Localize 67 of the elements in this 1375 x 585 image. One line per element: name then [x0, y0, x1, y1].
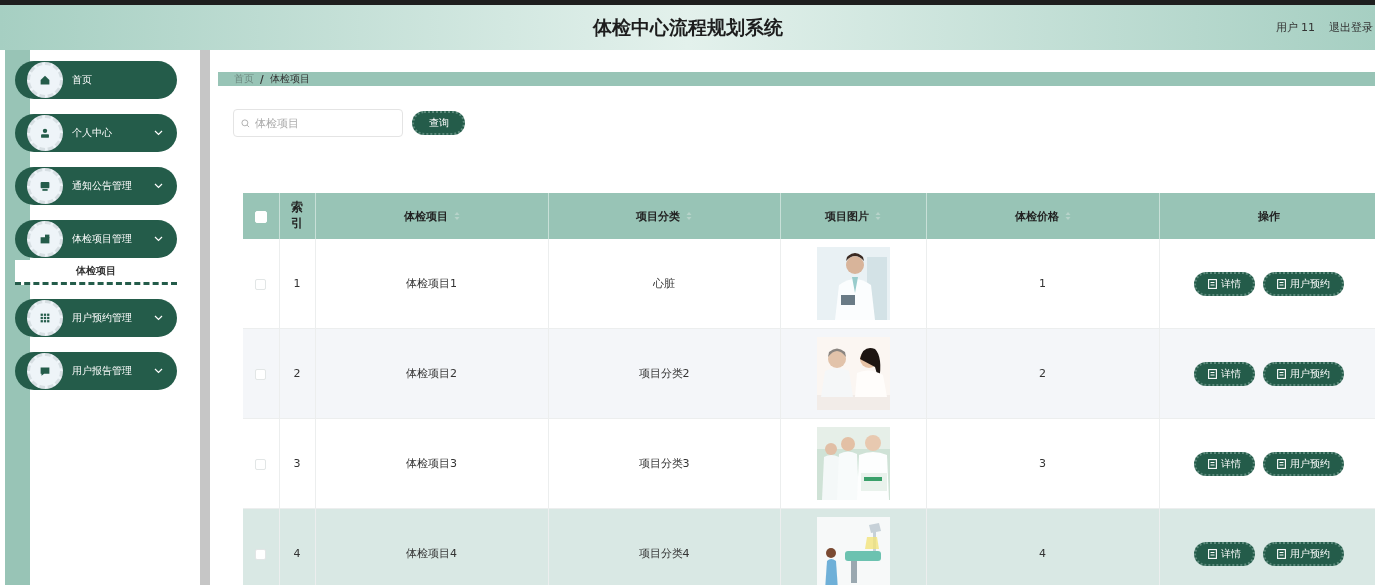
column-header: 操作	[1257, 208, 1281, 224]
folder-icon	[27, 221, 63, 257]
document-icon	[1277, 278, 1286, 289]
table-cell: 4	[1039, 547, 1046, 560]
table-cell: 体检项目4	[406, 547, 457, 560]
table-cell: 3	[1039, 457, 1046, 470]
home-icon	[27, 62, 63, 98]
document-icon	[1277, 368, 1286, 379]
sidebar-item[interactable]: 体检项目管理	[15, 220, 177, 258]
document-icon	[1277, 458, 1286, 469]
checkbox[interactable]	[255, 368, 267, 380]
table-cell: 2	[293, 367, 301, 380]
logout-link[interactable]: 退出登录	[1329, 20, 1373, 35]
booking-button[interactable]: 用户预约	[1263, 451, 1344, 476]
search-button[interactable]: 查询	[412, 111, 465, 135]
grid-icon	[27, 300, 63, 336]
sort-icon[interactable]	[1064, 211, 1071, 221]
chevron-down-icon	[154, 130, 163, 136]
user-icon	[27, 115, 63, 151]
table-cell: 2	[1039, 367, 1046, 380]
table-cell: 4	[293, 547, 301, 560]
details-button[interactable]: 详情	[1194, 541, 1255, 566]
sort-icon[interactable]	[875, 211, 881, 221]
chevron-down-icon	[154, 368, 163, 374]
sort-icon[interactable]	[453, 211, 460, 221]
table-cell: 体检项目1	[406, 277, 457, 290]
monitor-icon	[27, 168, 63, 204]
booking-button[interactable]: 用户预约	[1263, 361, 1344, 386]
sidebar-item[interactable]: 用户报告管理	[15, 352, 177, 390]
document-icon	[1208, 278, 1217, 289]
table-cell: 项目分类3	[638, 457, 690, 470]
table-cell: 体检项目3	[406, 457, 457, 470]
checkbox[interactable]	[255, 548, 267, 560]
document-icon	[1208, 548, 1217, 559]
submenu-item[interactable]: 体检项目	[15, 260, 177, 285]
details-button[interactable]: 详情	[1194, 451, 1255, 476]
booking-button[interactable]: 用户预约	[1263, 271, 1344, 296]
table-cell: 体检项目2	[406, 367, 457, 380]
table-cell: 1	[1039, 277, 1046, 290]
breadcrumb-separator: /	[260, 73, 264, 85]
user-name: 用户 11	[1275, 20, 1315, 35]
breadcrumb-item: 体检项目	[269, 72, 310, 86]
chat-icon	[27, 353, 63, 389]
chevron-down-icon	[154, 183, 163, 189]
sidebar-item[interactable]: 用户预约管理	[15, 299, 177, 337]
sidebar-item[interactable]: 首页	[15, 61, 177, 99]
page-title: 体检中心流程规划系统	[592, 14, 783, 40]
search-field[interactable]: 体检项目	[233, 109, 403, 137]
checkbox[interactable]	[255, 278, 267, 290]
sidebar-item[interactable]: 个人中心	[15, 114, 177, 152]
sidebar-item[interactable]: 通知公告管理	[15, 167, 177, 205]
booking-button[interactable]: 用户预约	[1263, 541, 1344, 566]
document-icon	[1208, 368, 1217, 379]
table-cell: 3	[293, 457, 301, 470]
checkbox[interactable]	[255, 458, 267, 470]
table-cell: 心脏	[653, 277, 675, 290]
chevron-down-icon	[154, 315, 163, 321]
details-button[interactable]: 详情	[1194, 361, 1255, 386]
table-cell: 项目分类2	[638, 367, 690, 380]
document-icon	[1208, 458, 1217, 469]
details-button[interactable]: 详情	[1194, 271, 1255, 296]
column-header: 索引	[290, 200, 304, 232]
chevron-down-icon	[154, 236, 163, 242]
sort-icon[interactable]	[686, 211, 692, 221]
table-cell: 项目分类4	[638, 547, 690, 560]
table-cell: 1	[293, 277, 301, 290]
document-icon	[1277, 548, 1286, 559]
